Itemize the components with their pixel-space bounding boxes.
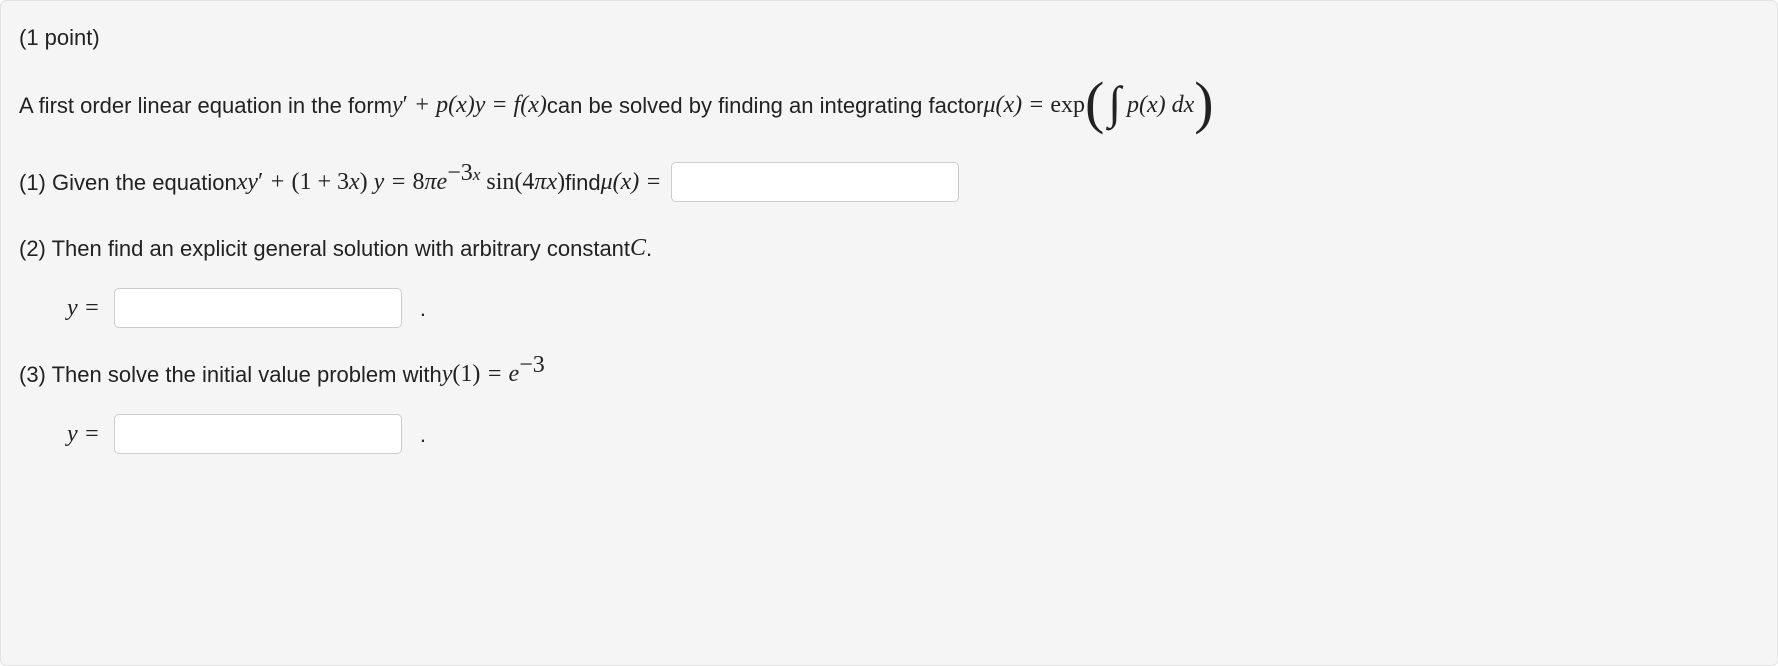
question-2-answer-row: y = .	[19, 288, 1759, 328]
q1-post: find	[565, 166, 600, 199]
points-row: (1 point)	[19, 21, 1759, 54]
intro-equation: y′ + p(x)y = f(x)	[392, 87, 547, 123]
q2-ylabel: y =	[67, 290, 100, 326]
integral-icon: ∫	[1108, 80, 1121, 126]
mu-input[interactable]	[671, 162, 959, 202]
q2-const: C	[630, 230, 646, 266]
question-3-text: (3) Then solve the initial value problem…	[19, 356, 1759, 392]
q3-text: (3) Then solve the initial value problem…	[19, 358, 442, 391]
intro-row: A first order linear equation in the for…	[19, 76, 1759, 134]
q3-period: .	[420, 418, 426, 451]
intro-pre: A first order linear equation in the for…	[19, 89, 392, 122]
mu-definition: μ(x) = exp	[983, 87, 1085, 123]
integral-expression: ( ∫ p(x) dx )	[1085, 76, 1214, 134]
left-paren-icon: (	[1085, 74, 1104, 132]
y-ivp-input[interactable]	[114, 414, 402, 454]
q1-mu-label: μ(x) =	[601, 164, 662, 200]
question-1-row: (1) Given the equation xy′ + (1 + 3x) y …	[19, 162, 1759, 202]
q2-period: .	[420, 292, 426, 325]
y-general-input[interactable]	[114, 288, 402, 328]
q3-ylabel: y =	[67, 416, 100, 452]
q1-pre: (1) Given the equation	[19, 166, 237, 199]
q1-equation: xy′ + (1 + 3x) y = 8πe−3x sin(4πx)	[237, 164, 565, 200]
q2-text: (2) Then find an explicit general soluti…	[19, 232, 630, 265]
q2-dot: .	[646, 232, 652, 265]
right-paren-icon: )	[1194, 74, 1213, 132]
points-label: (1 point)	[19, 21, 100, 54]
question-2-text: (2) Then find an explicit general soluti…	[19, 230, 1759, 266]
problem-panel: (1 point) A first order linear equation …	[0, 0, 1778, 666]
q3-ivp: y(1) = e−3	[442, 356, 545, 392]
intro-mid: can be solved by finding an integrating …	[547, 89, 984, 122]
question-3-answer-row: y = .	[19, 414, 1759, 454]
